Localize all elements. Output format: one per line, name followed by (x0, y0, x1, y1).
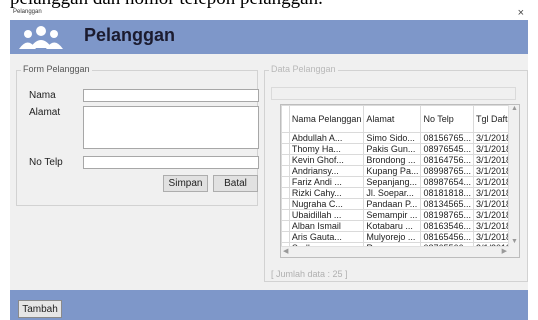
row-header[interactable] (281, 220, 290, 232)
row-header[interactable] (281, 132, 290, 144)
table-cell: Aris Gauta... (288, 231, 365, 243)
row-header[interactable] (281, 187, 290, 199)
row-header[interactable] (281, 165, 290, 177)
table-cell: 08987654... (420, 176, 474, 188)
table-cell: Andriansy... (288, 165, 365, 177)
table-cell: Thomy Ha... (288, 143, 365, 155)
header-banner: Pelanggan (10, 20, 528, 54)
pelanggan-window: Pelanggan × Pelanggan Form Pelanggan Nam… (10, 8, 528, 320)
table-row[interactable]: Nugraha C... Pandaan P... 08134565... 3/1/2… (281, 198, 519, 210)
page-title: Pelanggan (84, 25, 176, 45)
table-cell: 08163546... (420, 220, 474, 232)
window-title: Pelanggan (13, 9, 42, 15)
column-header[interactable]: No Telp (420, 105, 474, 133)
row-header[interactable] (281, 209, 290, 221)
filter-strip (271, 87, 516, 100)
scroll-right-icon[interactable]: ▶ (502, 247, 507, 255)
table-cell: Pandaan P... (363, 198, 422, 210)
table-cell: 08976545... (420, 143, 474, 155)
row-header-corner (281, 105, 290, 133)
column-header[interactable]: Alamat (363, 105, 422, 133)
scroll-down-icon[interactable]: ▼ (511, 238, 518, 245)
table-cell: Sepanjang... (363, 176, 422, 188)
close-icon[interactable]: × (518, 8, 524, 19)
data-count: [ Jumlah data : 25 ] (271, 269, 348, 279)
table-cell: Kotabaru ... (363, 220, 422, 232)
simpan-button[interactable]: Simpan (163, 175, 208, 192)
table-cell: 08181818... (420, 187, 474, 199)
title-bar: Pelanggan × (10, 8, 528, 20)
row-header[interactable] (281, 143, 290, 155)
table-cell: Fariz Andi ... (288, 176, 365, 188)
nama-label: Nama (29, 90, 56, 101)
users-icon (19, 26, 63, 49)
table-cell: Kevin Ghof... (288, 154, 365, 166)
row-header[interactable] (281, 198, 290, 210)
telp-input[interactable] (83, 156, 259, 169)
row-header[interactable] (281, 154, 290, 166)
telp-label: No Telp (29, 157, 63, 168)
table-cell: Semampir ... (363, 209, 422, 221)
table-cell: 08134565... (420, 198, 474, 210)
customer-table[interactable]: Nama Pelanggan Alamat No Telp Tgl Daftar… (280, 104, 520, 258)
scroll-left-icon[interactable]: ◀ (283, 247, 288, 255)
form-legend: Form Pelanggan (21, 64, 92, 74)
table-cell: 08164756... (420, 154, 474, 166)
row-header[interactable] (281, 231, 290, 243)
table-cell: Mulyorejo ... (363, 231, 422, 243)
alamat-input[interactable] (83, 106, 259, 149)
table-cell: Pakis Gun... (363, 143, 422, 155)
horizontal-scrollbar[interactable]: ◀ ▶ (281, 246, 509, 257)
column-header[interactable]: Nama Pelanggan (288, 105, 365, 133)
table-cell: Nugraha C... (288, 198, 365, 210)
table-row[interactable]: Ubaidillah ... Semampir ... 08198765... 3/1… (281, 209, 519, 221)
batal-button[interactable]: Batal (213, 175, 258, 192)
data-pelanggan: Data Pelanggan Nama Pelanggan Alamat No … (264, 64, 528, 282)
table-header-row: Nama Pelanggan Alamat No Telp Tgl Daftar (281, 105, 519, 133)
tambah-button[interactable]: Tambah (18, 300, 62, 318)
table-cell: 08198765... (420, 209, 474, 221)
table-row[interactable]: Thomy Ha... Pakis Gun... 08976545... 3/1/20… (281, 143, 519, 155)
table-row[interactable]: Rizki Cahy... Jl. Soepar... 08181818... 3/1… (281, 187, 519, 199)
table-cell: Simo Sido... (363, 132, 422, 144)
table-cell: Ubaidillah ... (288, 209, 365, 221)
data-legend: Data Pelanggan (269, 64, 338, 74)
alamat-label: Alamat (29, 107, 61, 118)
table-cell: 08156765... (420, 132, 474, 144)
table-row[interactable]: Abdullah A... Simo Sido... 08156765... 3/1/… (281, 132, 519, 144)
table-cell: Brondong ... (363, 154, 422, 166)
table-row[interactable]: Aris Gauta... Mulyorejo ... 08165456... 3/1… (281, 231, 519, 243)
footer-bar: Tambah (10, 290, 528, 320)
table-row[interactable]: Alban Ismail Kotabaru ... 08163546... 3/1/2… (281, 220, 519, 232)
table-cell: 08998765... (420, 165, 474, 177)
table-cell: Kupang Pa... (363, 165, 422, 177)
table-cell: Abdullah A... (288, 132, 365, 144)
table-cell: 08165456... (420, 231, 474, 243)
table-cell: Alban Ismail (288, 220, 365, 232)
table-row[interactable]: Kevin Ghof... Brondong ... 08164756... 3/1/… (281, 154, 519, 166)
table-cell: Rizki Cahy... (288, 187, 365, 199)
table-cell: Jl. Soepar... (363, 187, 422, 199)
row-header[interactable] (281, 176, 290, 188)
form-pelanggan: Form Pelanggan Nama Alamat No Telp Simpa… (16, 64, 259, 206)
table-row[interactable]: Fariz Andi ... Sepanjang... 08987654... 3/1… (281, 176, 519, 188)
vertical-scrollbar[interactable]: ▲ ▼ (508, 105, 519, 257)
table-row[interactable]: Andriansy... Kupang Pa... 08998765... 3/1/2… (281, 165, 519, 177)
scroll-up-icon[interactable]: ▲ (511, 105, 518, 112)
nama-input[interactable] (83, 89, 259, 102)
